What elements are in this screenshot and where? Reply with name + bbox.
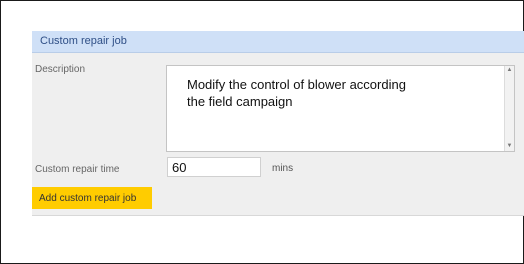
panel-title: Custom repair job bbox=[40, 35, 127, 47]
page-frame: Custom repair job Description Modify the… bbox=[0, 0, 524, 264]
repair-time-input[interactable] bbox=[167, 157, 261, 177]
repair-time-unit: mins bbox=[272, 163, 294, 174]
repair-time-label: Custom repair time bbox=[35, 164, 120, 175]
panel-header: Custom repair job bbox=[32, 31, 524, 53]
custom-repair-job-panel: Custom repair job Description Modify the… bbox=[32, 31, 524, 216]
add-custom-repair-job-button[interactable]: Add custom repair job bbox=[32, 187, 152, 209]
description-scrollbar[interactable]: ▲ ▼ bbox=[504, 66, 514, 151]
description-text: Modify the control of blower according t… bbox=[187, 77, 406, 109]
scroll-up-arrow-icon[interactable]: ▲ bbox=[506, 67, 513, 74]
description-label: Description bbox=[35, 64, 86, 75]
description-textarea[interactable]: Modify the control of blower according t… bbox=[166, 65, 515, 152]
scroll-down-arrow-icon[interactable]: ▼ bbox=[506, 143, 513, 150]
